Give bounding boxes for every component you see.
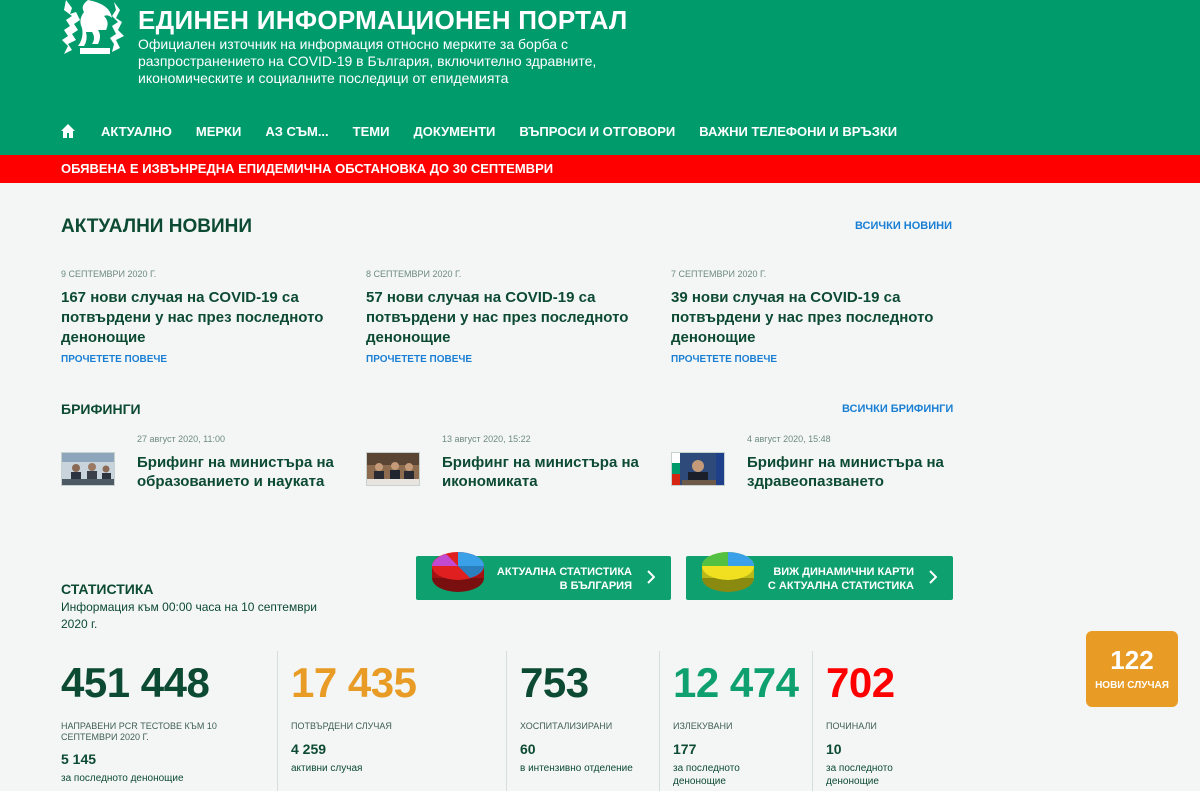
news-section-title: АКТУАЛНИ НОВИНИ (61, 216, 252, 237)
nav-item-temi[interactable]: ТЕМИ (353, 124, 390, 139)
news-date: 7 септември 2020 г. (671, 269, 767, 279)
dynamic-maps-label: ВИЖ ДИНАМИЧНИ КАРТИ С АКТУАЛНА СТАТИСТИК… (767, 566, 914, 592)
stat-value: 12 474 (673, 659, 799, 706)
news-item: 9 септември 2020 г. 167 нови случая на C… (61, 269, 346, 365)
stat-sub-label: активни случая (291, 763, 363, 774)
nav-item-az-sam[interactable]: АЗ СЪМ... (265, 124, 328, 139)
stat-sub-label: за последното денонощие (673, 763, 740, 787)
new-cases-label: НОВИ СЛУЧАЯ (1095, 680, 1169, 691)
site-header: ЕДИНЕН ИНФОРМАЦИОНЕН ПОРТАЛ Официален из… (0, 0, 1200, 155)
stat-sub-label: за последното денонощие (826, 763, 893, 787)
site-subtitle: Официален източник на информация относно… (138, 36, 597, 86)
stat-value: 451 448 (61, 659, 210, 706)
pie-chart-icon (432, 552, 484, 592)
stat-sub-value: 10 (826, 741, 842, 757)
briefing-title[interactable]: Брифинг на министъра на икономиката (442, 453, 656, 491)
briefing-thumbnail[interactable] (671, 452, 725, 486)
stat-value: 17 435 (291, 659, 417, 706)
read-more-link[interactable]: ПРОЧЕТЕТЕ ПОВЕЧЕ (61, 354, 346, 365)
briefing-thumbnail[interactable] (366, 452, 420, 486)
news-title[interactable]: 167 нови случая на COVID-19 са потвърден… (61, 288, 346, 348)
statistics-title: СТАТИСТИКА (61, 581, 154, 597)
news-title[interactable]: 57 нови случая на COVID-19 са потвърдени… (366, 288, 651, 348)
stat-value: 753 (520, 659, 589, 706)
stat-recovered: 12 474 ИЗЛЕКУВАНИ 177 за последното дено… (659, 651, 812, 791)
current-statistics-label: АКТУАЛНА СТАТИСТИКА В БЪЛГАРИЯ (496, 566, 632, 592)
news-title[interactable]: 39 нови случая на COVID-19 са потвърдени… (671, 288, 956, 348)
all-briefings-link[interactable]: ВСИЧКИ БРИФИНГИ (842, 403, 953, 415)
new-cases-value: 122 (1110, 645, 1154, 675)
briefing-date: 13 август 2020, 15:22 (442, 434, 531, 444)
stat-sub-label: в интензивно отделение (520, 763, 633, 774)
current-statistics-button[interactable]: АКТУАЛНА СТАТИСТИКА В БЪЛГАРИЯ (416, 552, 671, 600)
nav-item-vaprosi[interactable]: ВЪПРОСИ И ОТГОВОРИ (519, 124, 675, 139)
pie-chart-icon (702, 552, 754, 592)
stat-hospitalized: 753 ХОСПИТАЛИЗИРАНИ 60 в интензивно отде… (506, 651, 659, 791)
nav-item-dokumenti[interactable]: ДОКУМЕНТИ (413, 124, 495, 139)
stat-sub-value: 177 (673, 741, 697, 757)
alert-banner[interactable]: ОБЯВЕНА Е ИЗВЪНРЕДНА ЕПИДЕМИЧНА ОБСТАНОВ… (0, 155, 1200, 183)
stat-label: ПОЧИНАЛИ (826, 721, 877, 731)
new-cases-badge[interactable]: 122 НОВИ СЛУЧАЯ (1086, 631, 1178, 707)
briefing-thumbnail[interactable] (61, 452, 115, 486)
stat-sub-value: 5 145 (61, 751, 97, 767)
stat-label: ХОСПИТАЛИЗИРАНИ (520, 721, 613, 731)
nav-item-aktualno[interactable]: АКТУАЛНО (101, 124, 172, 139)
news-date: 8 септември 2020 г. (366, 269, 462, 279)
nav-item-telefoni[interactable]: ВАЖНИ ТЕЛЕФОНИ И ВРЪЗКИ (699, 124, 897, 139)
stat-deceased: 702 ПОЧИНАЛИ 10 за последното денонощие (812, 651, 963, 791)
stat-label: ПОТВЪРДЕНИ СЛУЧАЯ (291, 721, 392, 731)
home-icon[interactable] (60, 123, 76, 139)
briefing-item[interactable]: 13 август 2020, 15:22 Брифинг на министъ… (366, 434, 656, 494)
stat-value: 702 (826, 659, 895, 706)
stat-sub-label: за последното денонощие (61, 773, 184, 784)
news-item: 8 септември 2020 г. 57 нови случая на CO… (366, 269, 651, 365)
alert-text: ОБЯВЕНА Е ИЗВЪНРЕДНА ЕПИДЕМИЧНА ОБСТАНОВ… (61, 161, 554, 176)
nav-item-merki[interactable]: МЕРКИ (196, 124, 241, 139)
news-date: 9 септември 2020 г. (61, 269, 157, 279)
news-item: 7 септември 2020 г. 39 нови случая на CO… (671, 269, 956, 365)
chevron-right-icon (647, 570, 655, 584)
read-more-link[interactable]: ПРОЧЕТЕТЕ ПОВЕЧЕ (366, 354, 651, 365)
chevron-right-icon (929, 570, 937, 584)
briefing-date: 27 август 2020, 11:00 (137, 434, 225, 444)
stat-tests: 451 448 НАПРАВЕНИ PCR ТЕСТОВЕ КЪМ 10 СЕП… (61, 651, 276, 791)
briefing-item[interactable]: 27 август 2020, 11:00 Брифинг на министъ… (61, 434, 351, 494)
main-nav: АКТУАЛНО МЕРКИ АЗ СЪМ... ТЕМИ ДОКУМЕНТИ … (60, 120, 921, 142)
statistics-info: Информация към 00:00 часа на 10 септемвр… (61, 600, 317, 631)
stat-sub-value: 60 (520, 741, 536, 757)
stat-sub-value: 4 259 (291, 741, 327, 757)
site-title[interactable]: ЕДИНЕН ИНФОРМАЦИОНЕН ПОРТАЛ (138, 5, 628, 36)
stat-label: НАПРАВЕНИ PCR ТЕСТОВЕ КЪМ 10 СЕПТЕМВРИ 2… (61, 721, 217, 742)
all-news-link[interactable]: ВСИЧКИ НОВИНИ (855, 220, 952, 232)
briefing-date: 4 август 2020, 15:48 (747, 434, 831, 444)
briefing-item[interactable]: 4 август 2020, 15:48 Брифинг на министър… (671, 434, 961, 494)
stat-label: ИЗЛЕКУВАНИ (673, 721, 733, 731)
stat-confirmed: 17 435 ПОТВЪРДЕНИ СЛУЧАЯ 4 259 активни с… (277, 651, 506, 791)
lion-coat-of-arms-icon[interactable] (58, 0, 128, 56)
read-more-link[interactable]: ПРОЧЕТЕТЕ ПОВЕЧЕ (671, 354, 956, 365)
briefing-title[interactable]: Брифинг на министъра на здравеопазването (747, 453, 961, 491)
briefings-section-title: БРИФИНГИ (61, 401, 141, 417)
dynamic-maps-button[interactable]: ВИЖ ДИНАМИЧНИ КАРТИ С АКТУАЛНА СТАТИСТИК… (686, 552, 953, 600)
briefing-title[interactable]: Брифинг на министъра на образованието и … (137, 453, 351, 491)
